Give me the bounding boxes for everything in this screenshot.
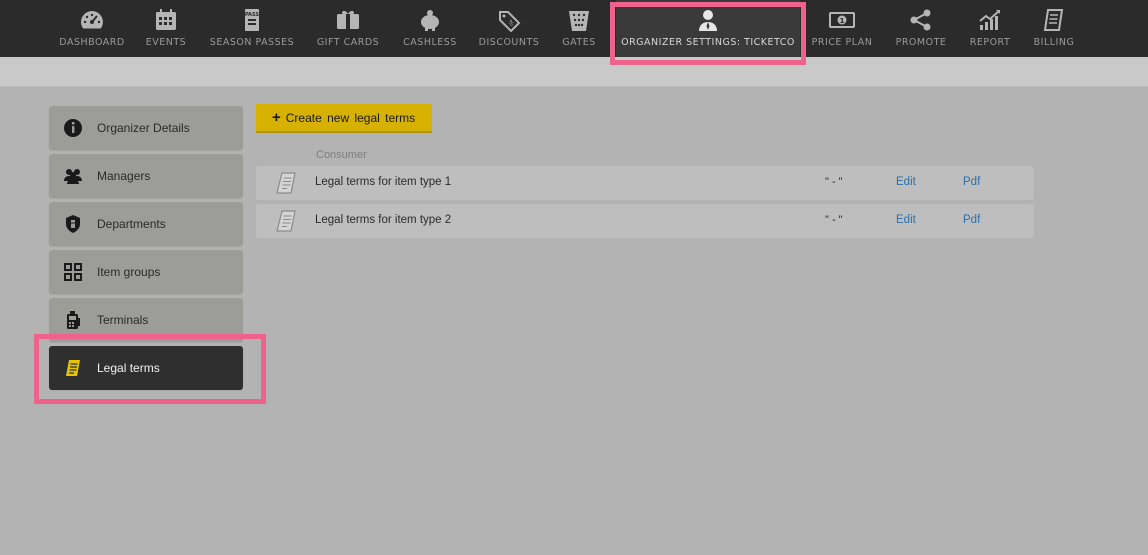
nav-cashless[interactable]: CASHLESS bbox=[398, 0, 462, 57]
nav-label: GATES bbox=[562, 37, 596, 48]
terminal-icon bbox=[49, 310, 97, 330]
sidebar-item-managers[interactable]: Managers bbox=[49, 154, 243, 198]
nav-label: SEASON PASSES bbox=[209, 37, 295, 48]
nav-label: PRICE PLAN bbox=[811, 37, 873, 48]
nav-report[interactable]: REPORT bbox=[964, 0, 1016, 57]
edit-link[interactable]: Edit bbox=[896, 214, 916, 226]
document-icon bbox=[274, 209, 298, 233]
dashboard-gauge-icon bbox=[77, 7, 107, 33]
nav-promote[interactable]: PROMOTE bbox=[892, 0, 950, 57]
nav-organizer-settings[interactable]: ORGANIZER SETTINGS: TICKETCO bbox=[616, 0, 800, 57]
gate-icon bbox=[564, 7, 594, 33]
nav-label: DASHBOARD bbox=[59, 37, 125, 48]
nav-season-passes[interactable]: PASS SEASON PASSES bbox=[205, 0, 299, 57]
nav-billing[interactable]: BILLING bbox=[1028, 0, 1080, 57]
nav-dashboard[interactable]: DASHBOARD bbox=[55, 0, 129, 57]
sidebar-item-label: Item groups bbox=[97, 265, 161, 279]
nav-gift-cards[interactable]: GIFT CARDS bbox=[312, 0, 384, 57]
grid-icon bbox=[49, 262, 97, 282]
shield-icon bbox=[49, 214, 97, 234]
chart-icon bbox=[975, 7, 1005, 33]
legal-terms-name: Legal terms for item type 2 bbox=[315, 214, 452, 226]
sub-header-bar bbox=[0, 57, 1148, 87]
nav-label: PROMOTE bbox=[895, 37, 947, 48]
sidebar-item-label: Terminals bbox=[97, 313, 149, 327]
sidebar-item-terminals[interactable]: Terminals bbox=[49, 298, 243, 342]
column-header-consumer: Consumer bbox=[316, 149, 367, 161]
nav-events[interactable]: EVENTS bbox=[140, 0, 192, 57]
gift-card-icon bbox=[333, 7, 363, 33]
nav-label: BILLING bbox=[1033, 37, 1075, 48]
legal-terms-name: Legal terms for item type 1 bbox=[315, 176, 452, 188]
sidebar-item-item-groups[interactable]: Item groups bbox=[49, 250, 243, 294]
invoice-icon bbox=[1039, 7, 1069, 33]
nav-label: DISCOUNTS bbox=[478, 37, 540, 48]
calendar-icon bbox=[151, 7, 181, 33]
legal-terms-value: " - " bbox=[825, 214, 843, 226]
nav-label: ORGANIZER SETTINGS: TICKETCO bbox=[621, 37, 795, 48]
nav-gates[interactable]: GATES bbox=[558, 0, 600, 57]
sidebar-item-legal-terms[interactable]: Legal terms bbox=[49, 346, 243, 390]
sidebar-item-label: Managers bbox=[97, 169, 151, 183]
nav-label: EVENTS bbox=[145, 37, 187, 48]
top-navigation-bar: DASHBOARD EVENTS PASS SEASON PASSES GIFT… bbox=[0, 0, 1148, 57]
table-row: Legal terms for item type 1 " - " Edit P… bbox=[256, 166, 1034, 200]
info-icon bbox=[49, 118, 97, 138]
banknote-icon: 1 bbox=[827, 7, 857, 33]
nav-label: REPORT bbox=[969, 37, 1011, 48]
document-icon bbox=[274, 171, 298, 195]
sidebar-item-label: Legal terms bbox=[97, 361, 160, 375]
nav-price-plan[interactable]: 1 PRICE PLAN bbox=[808, 0, 876, 57]
legal-terms-value: " - " bbox=[825, 176, 843, 188]
sidebar-item-departments[interactable]: Departments bbox=[49, 202, 243, 246]
sidebar-item-organizer-details[interactable]: Organizer Details bbox=[49, 106, 243, 150]
pdf-link[interactable]: Pdf bbox=[963, 176, 980, 188]
edit-link[interactable]: Edit bbox=[896, 176, 916, 188]
pass-ticket-icon: PASS bbox=[237, 7, 267, 33]
nav-discounts[interactable]: % DISCOUNTS bbox=[474, 0, 544, 57]
document-icon bbox=[49, 358, 97, 378]
svg-text:PASS: PASS bbox=[245, 12, 259, 18]
svg-text:1: 1 bbox=[840, 17, 845, 25]
piggy-bank-icon bbox=[415, 7, 445, 33]
create-button-label: Create new legal terms bbox=[285, 110, 416, 125]
table-row: Legal terms for item type 2 " - " Edit P… bbox=[256, 204, 1034, 238]
sidebar-item-label: Organizer Details bbox=[97, 121, 190, 135]
nav-label: CASHLESS bbox=[403, 37, 457, 48]
users-icon bbox=[49, 166, 97, 186]
pdf-link[interactable]: Pdf bbox=[963, 214, 980, 226]
discount-tag-icon: % bbox=[494, 7, 524, 33]
organizer-user-icon bbox=[693, 7, 723, 33]
share-icon bbox=[906, 7, 936, 33]
plus-icon: + bbox=[272, 109, 281, 126]
nav-label: GIFT CARDS bbox=[316, 37, 380, 48]
create-legal-terms-button[interactable]: + Create new legal terms bbox=[256, 104, 432, 133]
sidebar-item-label: Departments bbox=[97, 217, 166, 231]
